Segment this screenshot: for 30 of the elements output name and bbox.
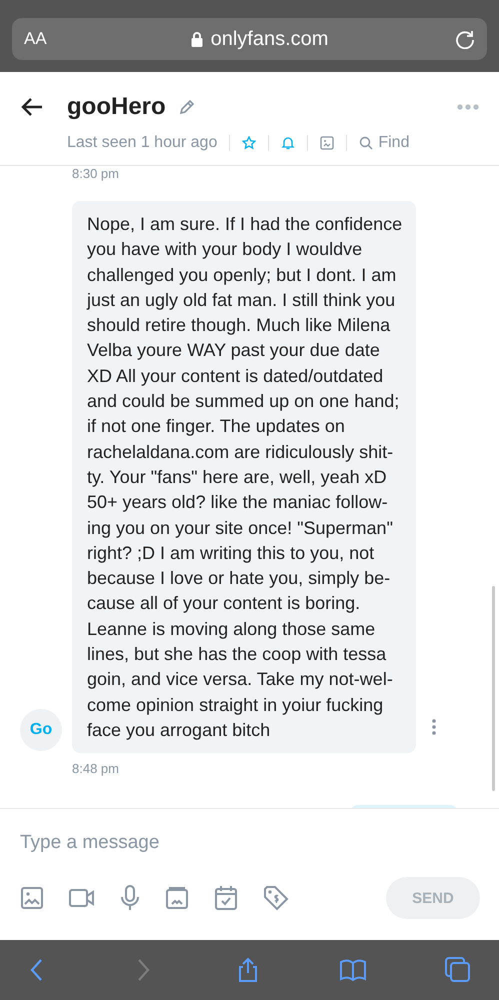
message-time: 8:30 pm bbox=[72, 166, 120, 182]
message-time: 8:48 pm bbox=[72, 761, 120, 778]
price-tag-icon[interactable] bbox=[263, 885, 289, 911]
tabs-icon[interactable] bbox=[445, 957, 471, 983]
back-arrow-icon[interactable] bbox=[20, 97, 44, 117]
url-text: onlyfans.com bbox=[210, 28, 328, 50]
lock-icon bbox=[190, 31, 203, 47]
address-bar[interactable]: AA onlyfans.com bbox=[12, 18, 487, 60]
more-icon[interactable] bbox=[457, 104, 479, 110]
video-camera-icon[interactable] bbox=[69, 888, 95, 908]
image-icon[interactable] bbox=[20, 886, 44, 910]
message-input[interactable]: Type a message bbox=[20, 809, 479, 877]
bell-icon[interactable] bbox=[281, 136, 296, 150]
microphone-icon[interactable] bbox=[120, 885, 140, 911]
reload-icon[interactable] bbox=[455, 29, 475, 49]
book-icon[interactable] bbox=[340, 957, 366, 983]
image-icon[interactable] bbox=[320, 136, 334, 150]
text-size-button[interactable]: AA bbox=[24, 29, 64, 49]
more-icon[interactable] bbox=[432, 719, 436, 736]
find-button[interactable]: Find bbox=[359, 134, 410, 152]
star-icon[interactable] bbox=[242, 136, 256, 150]
message-text: Nope, I am sure. If I had the confidence you have with your body I wouldve challenged you openly; but I dont. I am just an ugly old fat man. I still think you should retire though. Much like Milena Velba youre WAY past your due date XD All your content is dated/outdated and could be summed up on one hand; if not one finger. The updates on rachelaldana.com are ridiculously shit- ty. Your "fans" here are, well, yeah xD 50+ years old? like the maniac follow- ing you on your site once! "Superman" right? ;D I am writing this to you, not because I love or hate you, simply be- cause all of your content is boring. Leanne is moving along those same lines, but she has the coop with tessa goin, and vice versa. Take my not-wel- come opinion straight in yoiur fucking face you arrogant bitch bbox=[87, 213, 402, 742]
scrollbar-thumb[interactable] bbox=[492, 586, 495, 791]
search-icon bbox=[359, 136, 374, 150]
image-stack-icon[interactable] bbox=[165, 886, 189, 910]
avatar[interactable]: Go bbox=[20, 709, 62, 752]
last-seen-status: Last seen 1 hour ago bbox=[67, 134, 218, 152]
pencil-icon[interactable] bbox=[178, 98, 196, 116]
calendar-check-icon[interactable] bbox=[214, 885, 238, 911]
contact-name: gooHero bbox=[67, 93, 166, 121]
